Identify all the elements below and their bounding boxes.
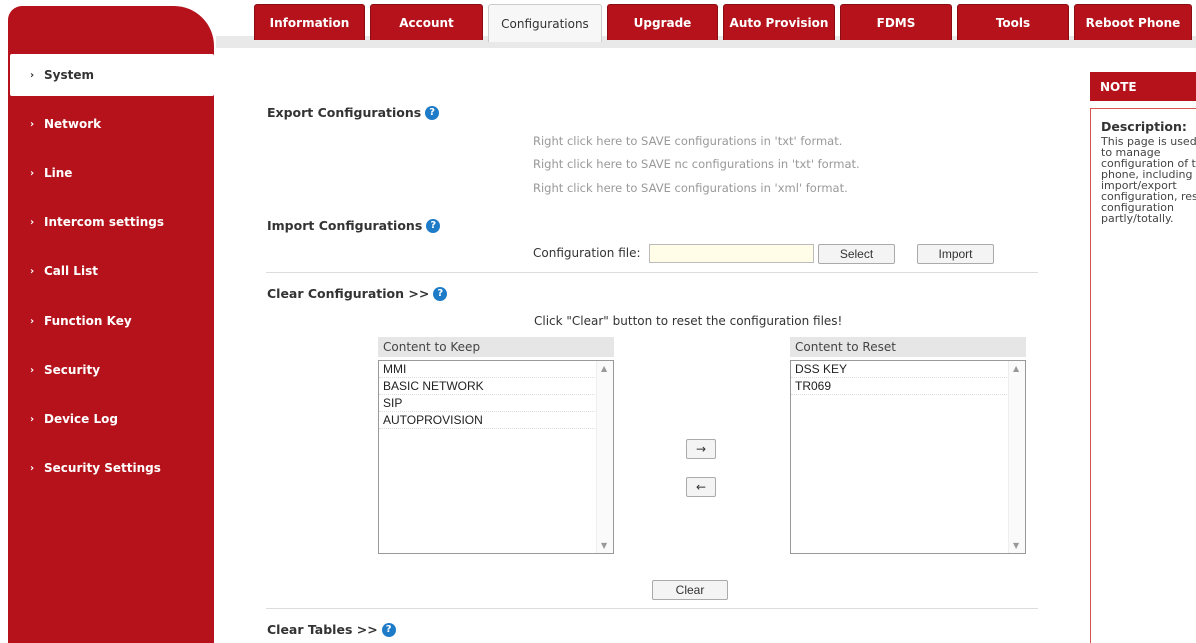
- config-file-input[interactable]: [649, 244, 814, 263]
- chevron-right-icon: ›: [30, 216, 35, 228]
- move-to-keep-button[interactable]: ←: [686, 477, 716, 497]
- section-title-text: Import Configurations: [267, 218, 423, 233]
- divider: [266, 608, 1038, 609]
- help-icon[interactable]: ?: [426, 218, 441, 233]
- note-header: NOTE: [1090, 72, 1196, 101]
- scrollbar[interactable]: ▲ ▼: [596, 361, 613, 553]
- note-panel: Description: This page is used to manage…: [1090, 108, 1196, 643]
- clear-config-section-title[interactable]: Clear Configuration >> ?: [267, 286, 448, 301]
- sidebar-item-label: Device Log: [44, 412, 118, 426]
- tab-account[interactable]: Account: [370, 4, 483, 40]
- keep-list-header: Content to Keep: [378, 337, 614, 357]
- scroll-down-icon[interactable]: ▼: [1013, 541, 1019, 550]
- config-file-label: Configuration file:: [533, 246, 641, 260]
- help-icon[interactable]: ?: [425, 105, 440, 120]
- select-file-button[interactable]: Select: [818, 244, 895, 264]
- tab-auto-provision[interactable]: Auto Provision: [723, 4, 835, 40]
- chevron-right-icon: ›: [30, 364, 35, 376]
- sidebar-item-function-key[interactable]: › Function Key: [10, 300, 214, 342]
- chevron-right-icon: ›: [30, 315, 35, 327]
- note-title: Description:: [1101, 119, 1187, 134]
- chevron-right-icon: ›: [30, 462, 35, 474]
- import-button[interactable]: Import: [917, 244, 994, 264]
- sidebar-item-label: Security Settings: [44, 461, 161, 475]
- sidebar-item-security-settings[interactable]: › Security Settings: [10, 447, 214, 489]
- section-title-text: Clear Configuration >>: [267, 286, 430, 301]
- list-item[interactable]: DSS KEY: [791, 361, 1007, 378]
- list-item[interactable]: TR069: [791, 378, 1007, 395]
- main-tabs: Information Account Configurations Upgra…: [254, 4, 1196, 42]
- sidebar-item-label: System: [44, 68, 94, 82]
- sidebar-item-network[interactable]: › Network: [10, 103, 214, 145]
- scroll-up-icon[interactable]: ▲: [1013, 364, 1019, 373]
- list-item[interactable]: MMI: [379, 361, 595, 378]
- tab-fdms[interactable]: FDMS: [840, 4, 952, 40]
- move-to-reset-button[interactable]: →: [686, 439, 716, 459]
- chevron-right-icon: ›: [30, 118, 35, 130]
- export-xml-link[interactable]: Right click here to SAVE configurations …: [533, 181, 848, 195]
- list-item[interactable]: AUTOPROVISION: [379, 412, 595, 429]
- sidebar-item-label: Call List: [44, 264, 98, 278]
- sidebar-item-label: Line: [44, 166, 73, 180]
- help-icon[interactable]: ?: [381, 622, 396, 637]
- tab-configurations[interactable]: Configurations: [488, 4, 602, 42]
- clear-instruction: Click "Clear" button to reset the config…: [534, 314, 843, 328]
- sidebar-item-call-list[interactable]: › Call List: [10, 250, 214, 292]
- sidebar-item-line[interactable]: › Line: [10, 152, 214, 194]
- chevron-right-icon: ›: [30, 69, 35, 81]
- chevron-right-icon: ›: [30, 265, 35, 277]
- keep-list[interactable]: MMI BASIC NETWORK SIP AUTOPROVISION ▲ ▼: [378, 360, 614, 554]
- sidebar-item-label: Intercom settings: [44, 215, 164, 229]
- export-txt-link[interactable]: Right click here to SAVE configurations …: [533, 134, 842, 148]
- tab-reboot-phone[interactable]: Reboot Phone: [1074, 4, 1192, 40]
- list-item[interactable]: SIP: [379, 395, 595, 412]
- clear-button[interactable]: Clear: [652, 580, 728, 600]
- tab-information[interactable]: Information: [254, 4, 365, 40]
- export-nc-txt-link[interactable]: Right click here to SAVE nc configuratio…: [533, 157, 860, 171]
- divider: [266, 272, 1038, 273]
- chevron-right-icon: ›: [30, 167, 35, 179]
- reset-list-header: Content to Reset: [790, 337, 1026, 357]
- scroll-down-icon[interactable]: ▼: [601, 541, 607, 550]
- sidebar-item-intercom-settings[interactable]: › Intercom settings: [10, 201, 214, 243]
- sidebar-item-device-log[interactable]: › Device Log: [10, 398, 214, 440]
- chevron-right-icon: ›: [30, 413, 35, 425]
- sidebar-item-security[interactable]: › Security: [10, 349, 214, 391]
- import-section-title: Import Configurations ?: [267, 218, 441, 233]
- help-icon[interactable]: ?: [433, 286, 448, 301]
- export-section-title: Export Configurations ?: [267, 105, 440, 120]
- scrollbar[interactable]: ▲ ▼: [1008, 361, 1025, 553]
- tab-tools[interactable]: Tools: [957, 4, 1069, 40]
- sidebar-item-label: Network: [44, 117, 102, 131]
- list-item[interactable]: BASIC NETWORK: [379, 378, 595, 395]
- tab-upgrade[interactable]: Upgrade: [607, 4, 718, 40]
- sidebar-item-label: Security: [44, 363, 101, 377]
- sidebar-item-system[interactable]: › System: [10, 54, 214, 96]
- scroll-up-icon[interactable]: ▲: [601, 364, 607, 373]
- section-title-text: Export Configurations: [267, 105, 422, 120]
- section-title-text: Clear Tables >>: [267, 622, 378, 637]
- note-text: This page is used to manage configuratio…: [1101, 135, 1196, 225]
- reset-list[interactable]: DSS KEY TR069 ▲ ▼: [790, 360, 1026, 554]
- clear-tables-section-title[interactable]: Clear Tables >> ?: [267, 622, 396, 637]
- sidebar-item-label: Function Key: [44, 314, 132, 328]
